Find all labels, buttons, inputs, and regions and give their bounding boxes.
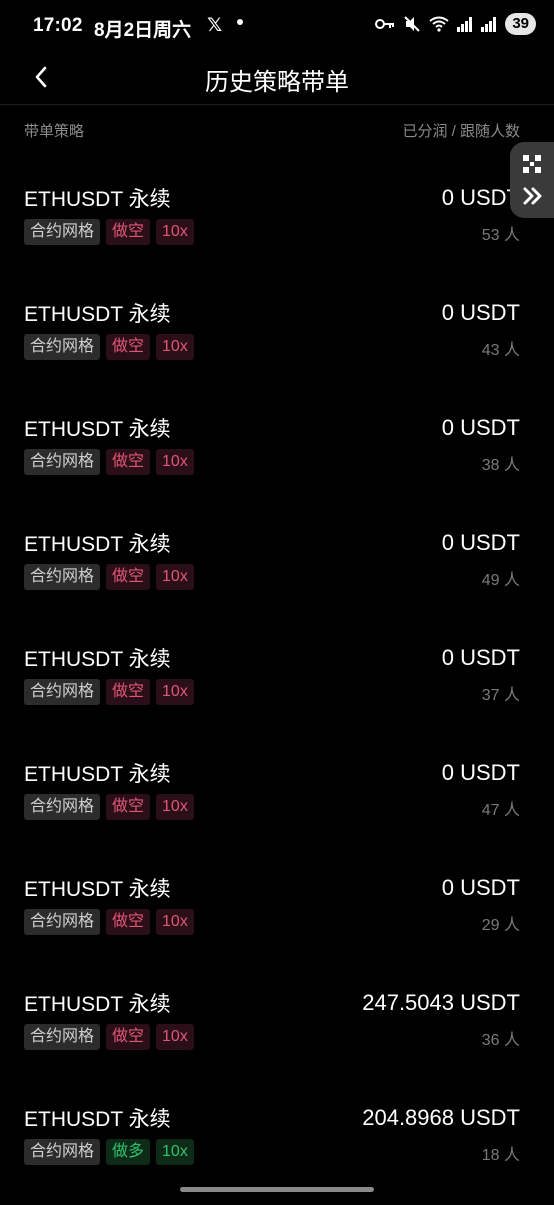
direction-tag: 做空 [106, 564, 151, 590]
leverage-tag: 10x [156, 449, 194, 475]
strategy-tags: 合约网格 做空 10x [24, 794, 194, 820]
leverage-tag: 10x [156, 909, 194, 935]
status-time: 17:02 [33, 15, 83, 36]
header-profit-followers-label: 已分润 / 跟随人数 [402, 123, 520, 140]
strategy-name: ETHUSDT 永续 [24, 1108, 171, 1131]
profit-value: 0 USDT [441, 185, 520, 210]
mute-icon [404, 16, 421, 32]
type-tag: 合约网格 [24, 679, 101, 705]
strategy-tags: 合约网格 做空 10x [24, 909, 194, 935]
leverage-tag: 10x [156, 219, 194, 245]
page-title: 历史策略带单 [205, 69, 349, 96]
direction-tag: 做空 [106, 334, 151, 360]
strategy-name: ETHUSDT 永续 [24, 878, 171, 901]
direction-tag: 做空 [106, 219, 151, 245]
strategy-tags: 合约网格 做空 10x [24, 564, 194, 590]
direction-tag: 做空 [106, 909, 151, 935]
strategy-name: ETHUSDT 永续 [24, 648, 171, 671]
notification-dot-icon [237, 19, 243, 25]
leverage-tag: 10x [156, 1139, 194, 1165]
header-strategy-label: 带单策略 [24, 123, 85, 140]
type-tag: 合约网格 [24, 334, 101, 360]
status-date: 8月2日周六 [94, 20, 192, 41]
leverage-tag: 10x [156, 1024, 194, 1050]
strategy-tags: 合约网格 做空 10x [24, 449, 194, 475]
profit-value: 204.8968 USDT [362, 1105, 520, 1130]
follower-count: 29 人 [481, 917, 520, 934]
strategy-item[interactable]: ETHUSDT 永续 合约网格 做空 10x 0 USDT 38 人 [0, 400, 554, 515]
profit-value: 0 USDT [441, 875, 520, 900]
strategy-item[interactable]: ETHUSDT 永续 合约网格 做空 10x 0 USDT 53 人 [0, 170, 554, 285]
strategy-tags: 合约网格 做空 10x [24, 334, 194, 360]
follower-count: 47 人 [481, 802, 520, 819]
type-tag: 合约网格 [24, 564, 101, 590]
profit-value: 0 USDT [441, 300, 520, 325]
key-icon [375, 19, 395, 29]
leverage-tag: 10x [156, 564, 194, 590]
strategy-tags: 合约网格 做空 10x [24, 219, 194, 245]
qr-code-icon[interactable] [522, 154, 542, 174]
type-tag: 合约网格 [24, 449, 101, 475]
list-header: 带单策略 已分润 / 跟随人数 [24, 120, 520, 142]
home-indicator[interactable] [180, 1187, 374, 1192]
strategy-tags: 合约网格 做空 10x [24, 679, 194, 705]
strategy-item[interactable]: ETHUSDT 永续 合约网格 做空 10x 0 USDT 29 人 [0, 860, 554, 975]
strategy-tags: 合约网格 做空 10x [24, 1024, 194, 1050]
follower-count: 18 人 [481, 1147, 520, 1164]
follower-count: 53 人 [481, 227, 520, 244]
type-tag: 合约网格 [24, 219, 101, 245]
strategy-tags: 合约网格 做多 10x [24, 1139, 194, 1165]
direction-tag: 做空 [106, 449, 151, 475]
follower-count: 43 人 [481, 342, 520, 359]
profit-value: 0 USDT [441, 645, 520, 670]
follower-count: 49 人 [481, 572, 520, 589]
type-tag: 合约网格 [24, 1139, 101, 1165]
strategy-item[interactable]: ETHUSDT 永续 合约网格 做空 10x 0 USDT 37 人 [0, 630, 554, 745]
battery-indicator: 39 [505, 13, 536, 35]
navigation-bar: 历史策略带单 [0, 54, 554, 105]
direction-tag: 做空 [106, 679, 151, 705]
direction-tag: 做多 [106, 1139, 151, 1165]
status-bar: 17:02 8月2日周六 𝕏 39 [0, 0, 554, 54]
wifi-icon [429, 16, 449, 32]
signal-icon-2 [481, 17, 497, 32]
strategy-name: ETHUSDT 永续 [24, 303, 171, 326]
profit-value: 0 USDT [441, 760, 520, 785]
strategy-item[interactable]: ETHUSDT 永续 合约网格 做空 10x 0 USDT 47 人 [0, 745, 554, 860]
strategy-name: ETHUSDT 永续 [24, 418, 171, 441]
type-tag: 合约网格 [24, 794, 101, 820]
follower-count: 36 人 [481, 1032, 520, 1049]
strategy-name: ETHUSDT 永续 [24, 188, 171, 211]
double-chevron-right-icon[interactable] [522, 186, 544, 206]
profit-value: 247.5043 USDT [362, 990, 520, 1015]
strategy-item[interactable]: ETHUSDT 永续 合约网格 做空 10x 0 USDT 43 人 [0, 285, 554, 400]
leverage-tag: 10x [156, 334, 194, 360]
type-tag: 合约网格 [24, 909, 101, 935]
follower-count: 38 人 [481, 457, 520, 474]
follower-count: 37 人 [481, 687, 520, 704]
floating-action-panel[interactable] [510, 142, 554, 218]
strategy-name: ETHUSDT 永续 [24, 993, 171, 1016]
strategy-name: ETHUSDT 永续 [24, 533, 171, 556]
strategy-item[interactable]: ETHUSDT 永续 合约网格 做空 10x 247.5043 USDT 36 … [0, 975, 554, 1090]
status-icons: 39 [375, 13, 536, 35]
leverage-tag: 10x [156, 794, 194, 820]
signal-icon-1 [457, 17, 473, 32]
profit-value: 0 USDT [441, 530, 520, 555]
x-app-icon: 𝕏 [207, 15, 223, 36]
strategy-item[interactable]: ETHUSDT 永续 合约网格 做空 10x 0 USDT 49 人 [0, 515, 554, 630]
leverage-tag: 10x [156, 679, 194, 705]
strategy-name: ETHUSDT 永续 [24, 763, 171, 786]
type-tag: 合约网格 [24, 1024, 101, 1050]
direction-tag: 做空 [106, 794, 151, 820]
direction-tag: 做空 [106, 1024, 151, 1050]
profit-value: 0 USDT [441, 415, 520, 440]
